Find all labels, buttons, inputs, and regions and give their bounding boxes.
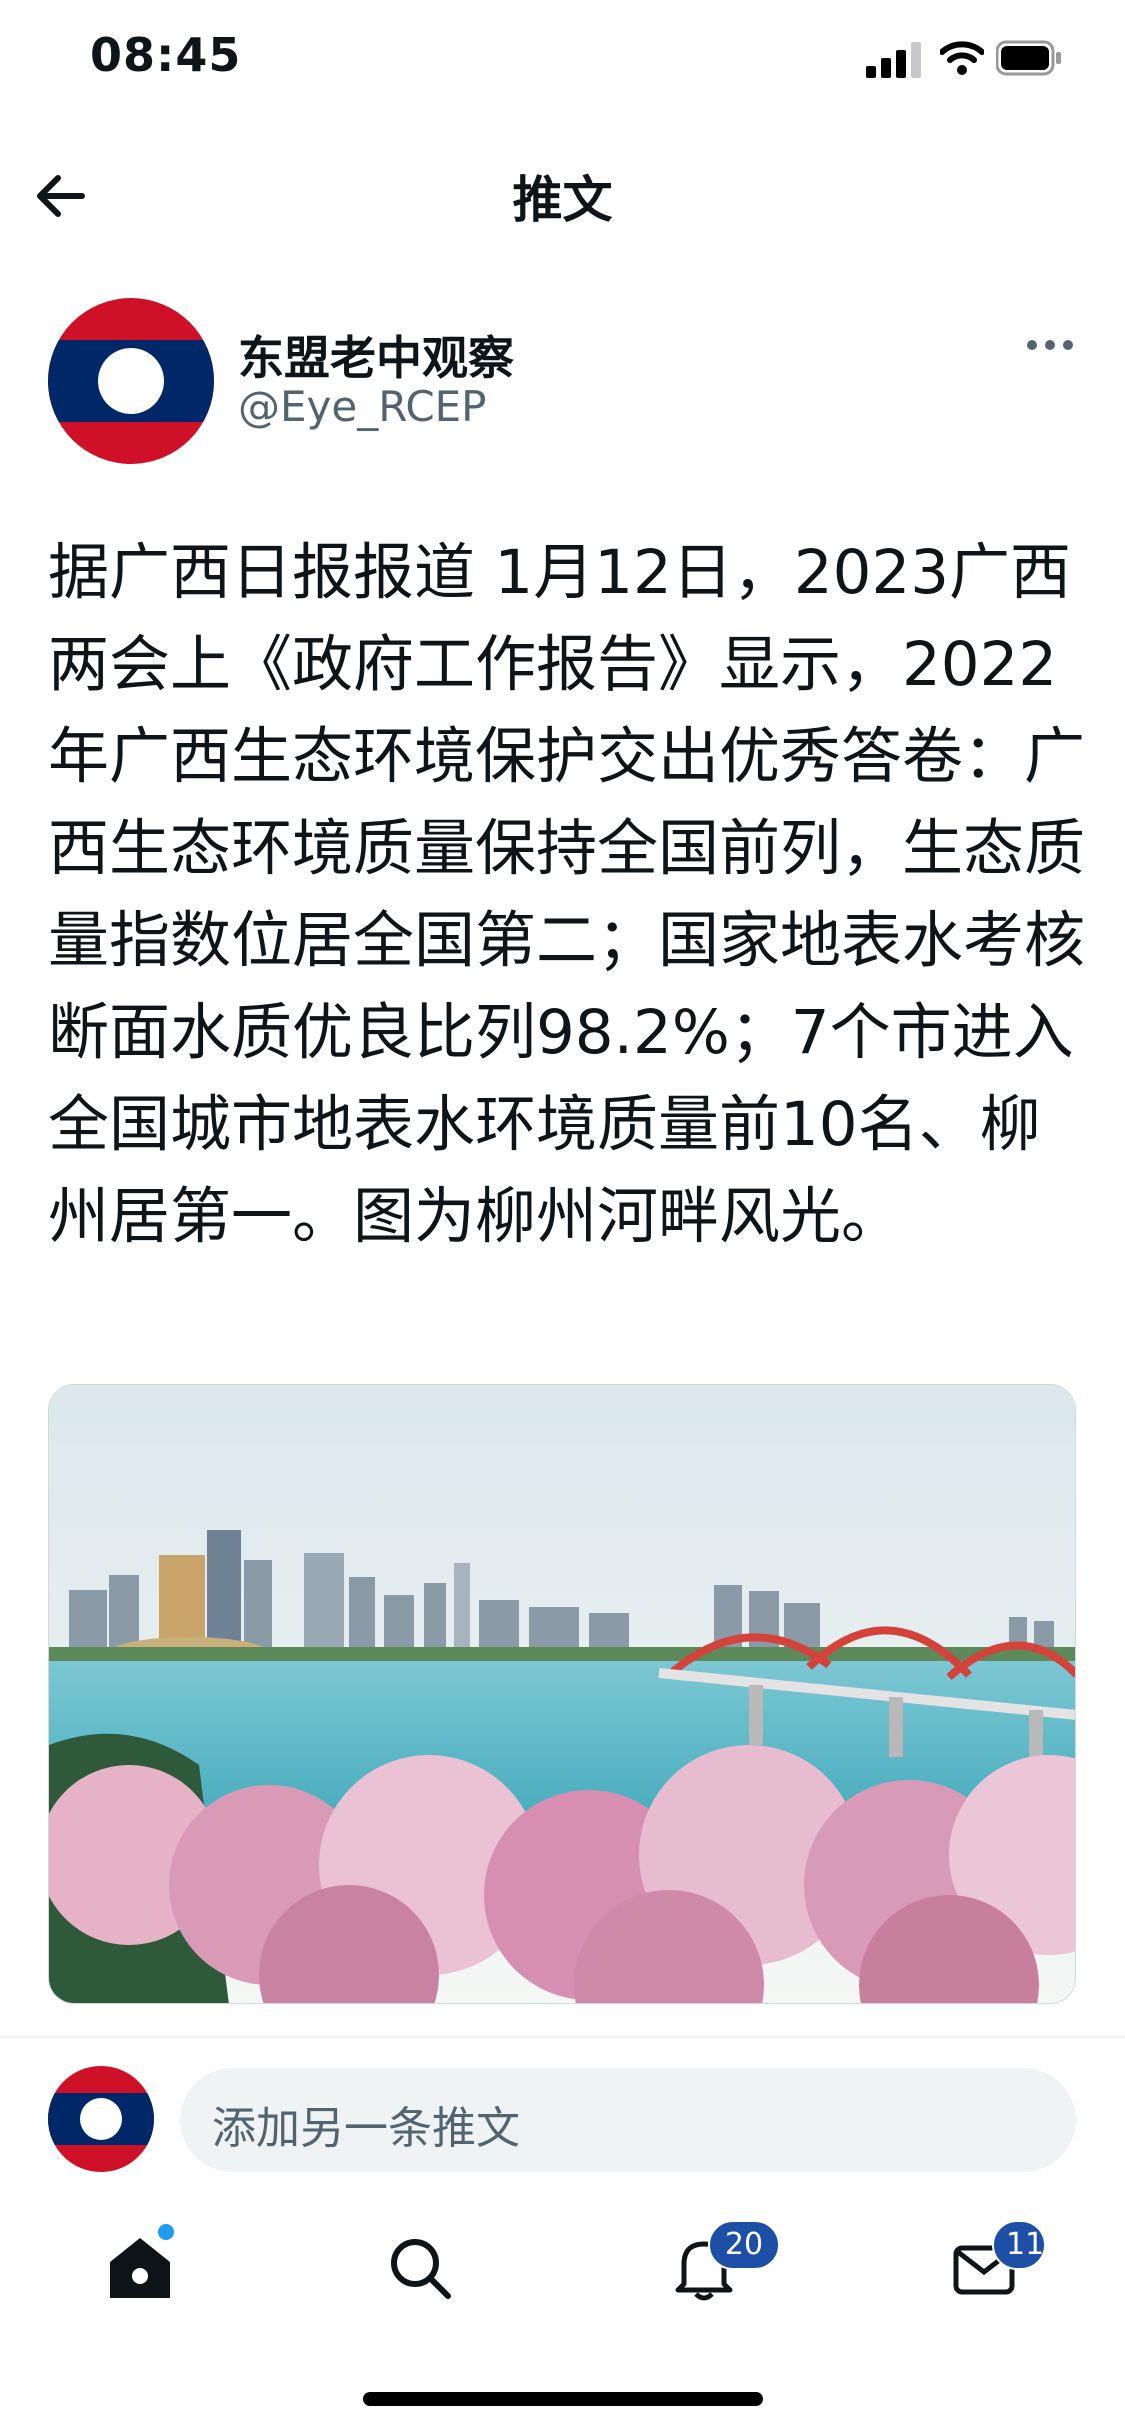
cellular-signal-icon (866, 42, 921, 78)
author-avatar[interactable] (48, 298, 214, 464)
author-handle[interactable]: @Eye_RCEP (238, 382, 487, 431)
tweet-text: 据广西日报报道 1月12日，2023广西两会上《政府工作报告》显示，2022年广… (48, 537, 1086, 1252)
wifi-icon (940, 41, 984, 75)
reply-placeholder: 添加另一条推文 (212, 2103, 520, 2154)
page-title: 推文 (512, 171, 613, 229)
laos-flag-icon (48, 298, 214, 464)
divider (0, 2036, 1125, 2038)
tweet-image[interactable] (48, 1384, 1076, 2004)
messages-badge: 11 (992, 2220, 1046, 2270)
notifications-badge: 20 (708, 2220, 780, 2270)
home-indicator (363, 2392, 763, 2406)
home-unread-dot (158, 2224, 174, 2240)
home-icon[interactable] (104, 2232, 176, 2304)
more-options-icon[interactable] (1025, 330, 1075, 360)
status-time: 08:45 (90, 28, 242, 82)
laos-flag-icon (48, 2066, 154, 2172)
battery-icon (996, 40, 1061, 76)
author-name[interactable]: 东盟老中观察 (238, 322, 514, 388)
river-city-scene-image (49, 1385, 1075, 2003)
search-icon[interactable] (384, 2232, 456, 2304)
user-avatar[interactable] (48, 2066, 154, 2172)
